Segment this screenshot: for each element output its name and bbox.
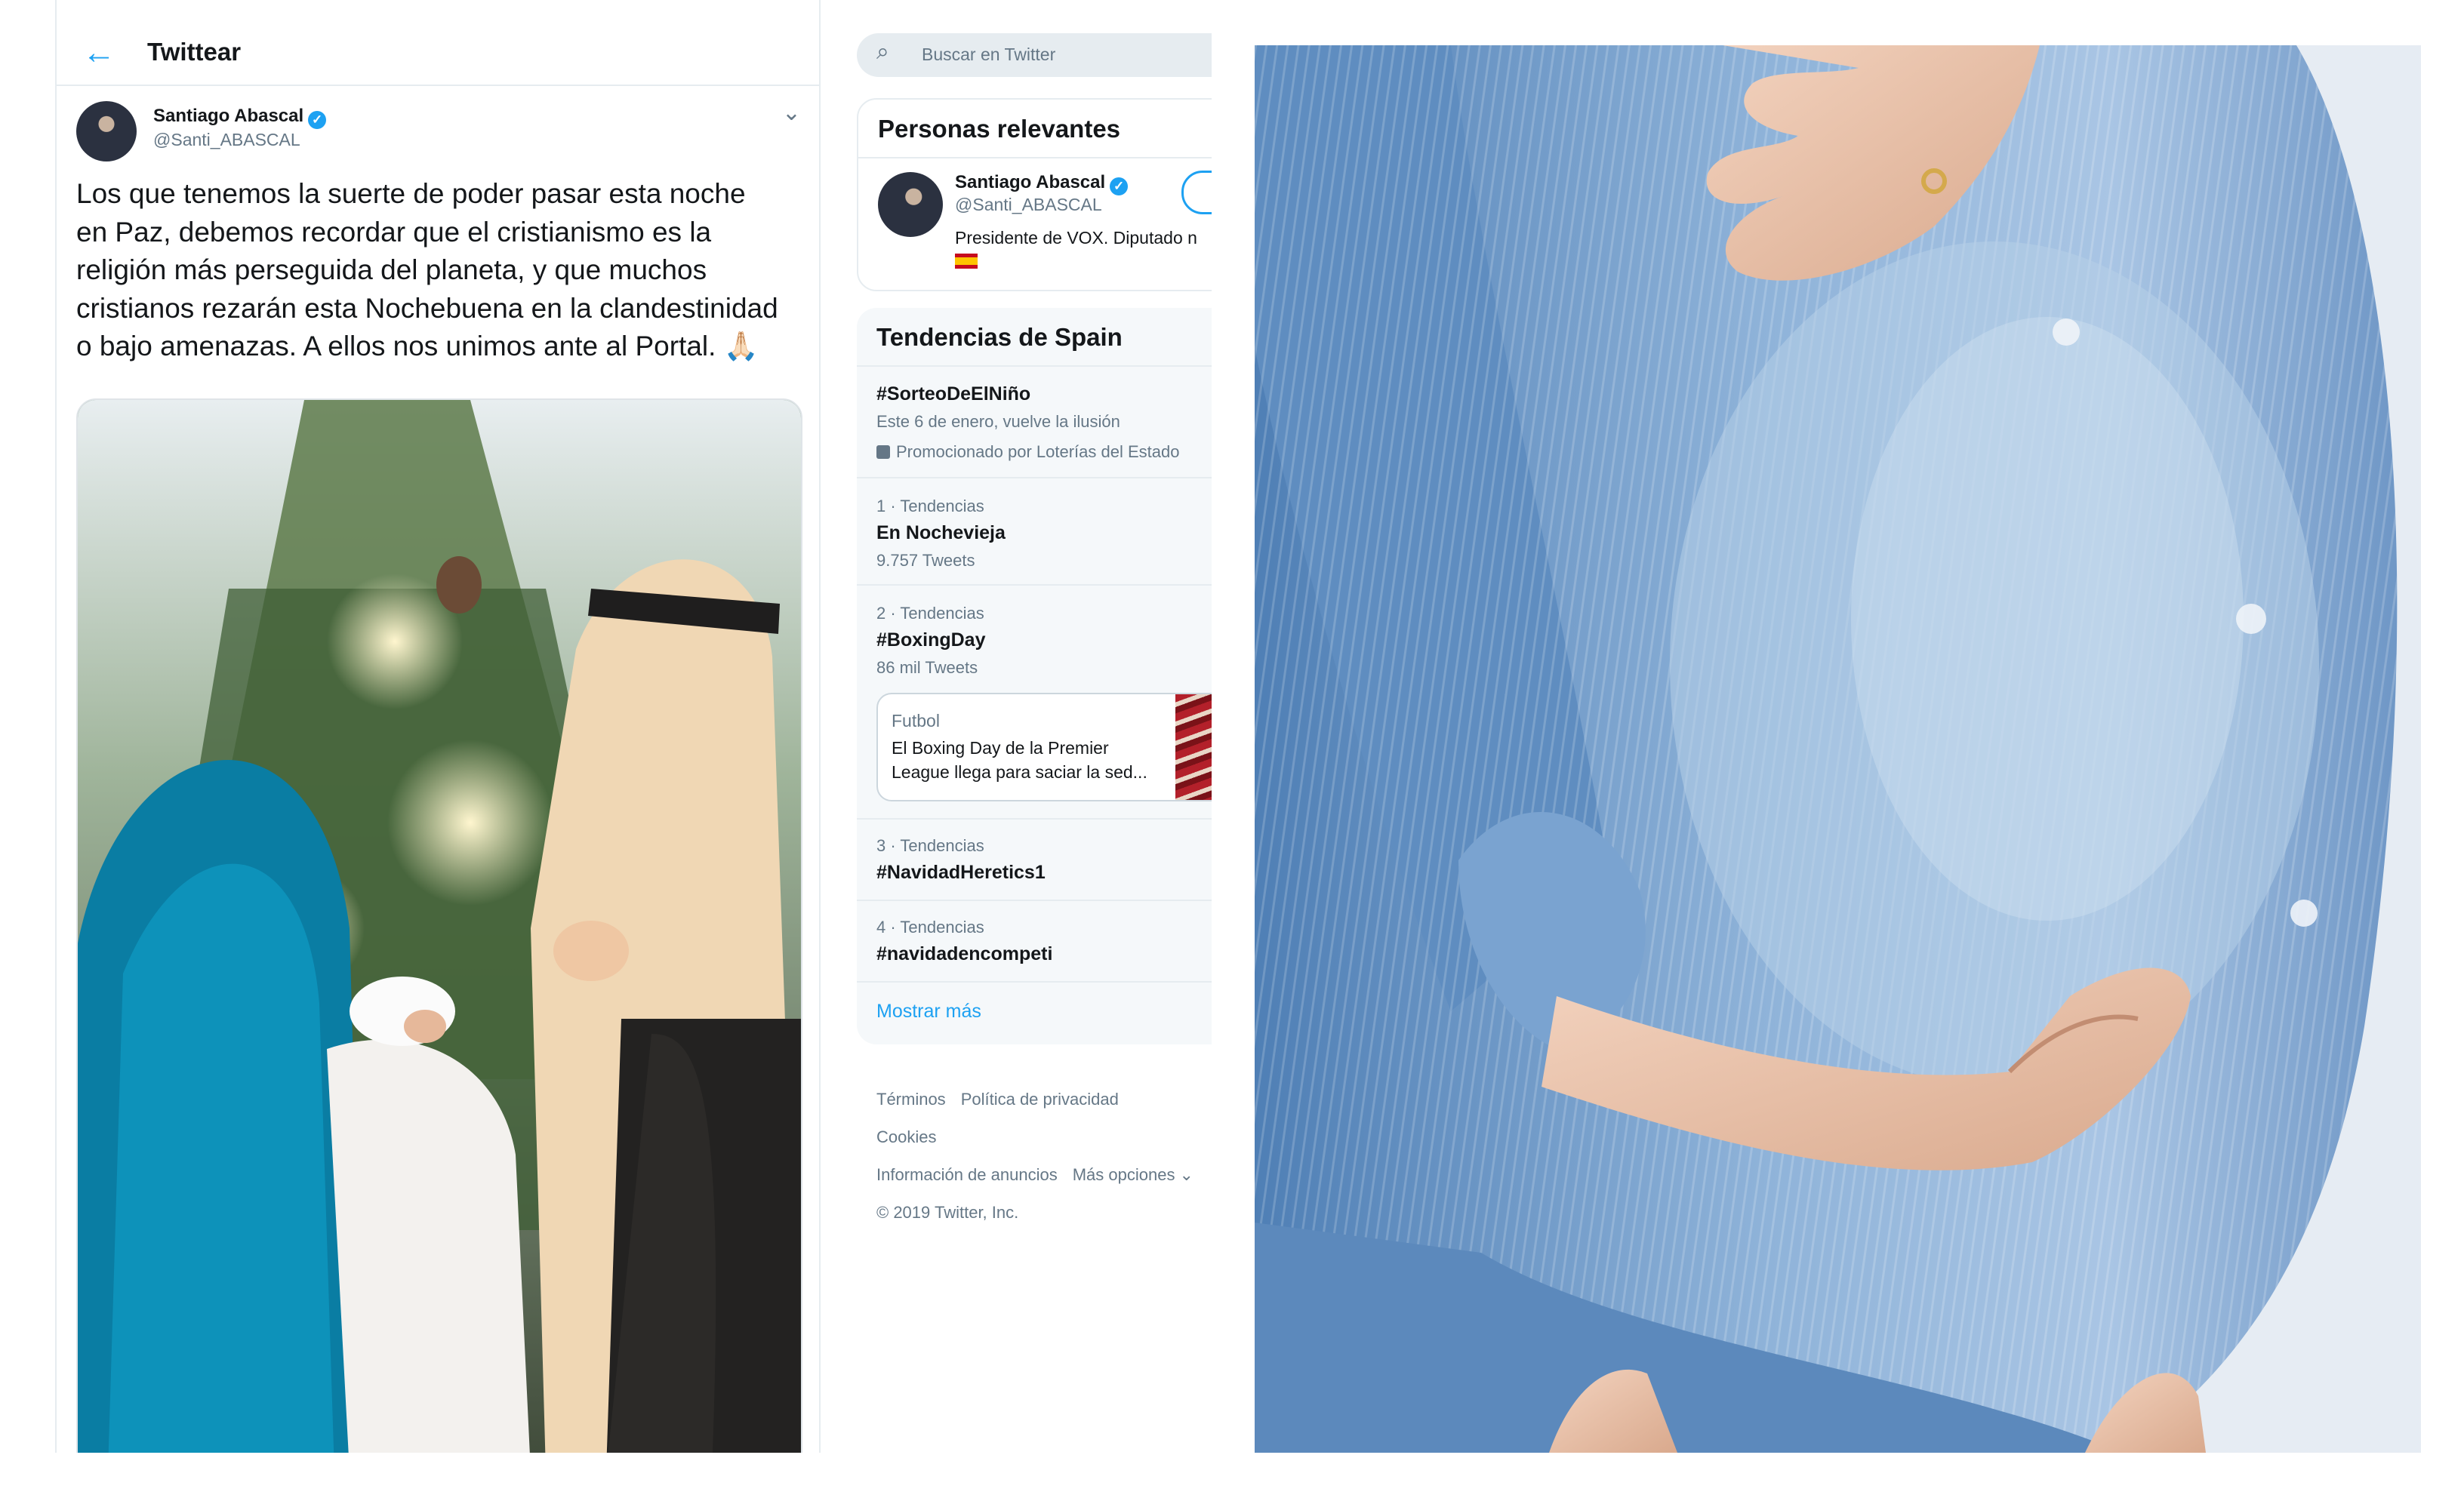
trend-count: 86 mil Tweets [876,658,978,677]
footer-link-more-options[interactable]: Más opciones ⌄ [1073,1156,1194,1194]
relevant-name-text[interactable]: Santiago Abascal [955,172,1105,192]
tweet-line: religión más perseguida del planeta, y q… [76,254,707,285]
news-thumbnail [1175,694,1212,800]
footer-link-privacy[interactable]: Política de privacidad [961,1081,1119,1118]
news-card[interactable]: Futbol El Boxing Day de la Premier Leagu… [876,693,1212,801]
trend-meta: 3 · Tendencias [876,836,984,855]
pregnancy-photo [1255,45,2421,1453]
back-arrow-icon[interactable]: ← [82,33,116,72]
footer-copyright: © 2019 Twitter, Inc. [876,1203,1019,1222]
pregnancy-illustration [1255,45,2421,1453]
spain-flag-icon [955,254,978,269]
promoted-trend-name[interactable]: #SorteoDeElNiño [876,383,1030,405]
verified-icon: ✓ [1110,177,1129,195]
relevant-people-panel: Personas relevantes Santiago Abascal ✓ @S… [857,98,1212,291]
news-headline: El Boxing Day de la Premier [892,738,1109,758]
relevant-handle[interactable]: @Santi_ABASCAL [955,195,1102,215]
trend-name[interactable]: #NavidadHeretics1 [876,862,1046,884]
author-name[interactable]: Santiago Abascal ✓ [153,106,327,129]
search-placeholder: Buscar en Twitter [922,45,1056,64]
relevant-name[interactable]: Santiago Abascal ✓ [955,172,1129,195]
show-more-link[interactable]: Mostrar más [876,1001,981,1023]
author-avatar[interactable] [76,101,137,161]
search-input[interactable]: ⌕ Buscar en Twitter [857,33,1212,77]
news-headline: League llega para saciar la sed... [892,762,1147,782]
nativity-illustration [78,400,801,1453]
relevant-people-title: Personas relevantes [878,115,1121,143]
trend-name[interactable]: #BoxingDay [876,629,985,651]
trends-panel: Tendencias de Spain #SorteoDeElNiño Este… [857,308,1212,1044]
promoted-by: Promocionado por Loterías del Estado [896,442,1180,461]
tweet-line: o bajo amenazas. A ellos nos unimos ante… [76,331,759,361]
tweet-line: cristianos rezarán esta Nochebuena en la… [76,292,778,324]
footer-link-terms[interactable]: Términos [876,1081,946,1118]
author-name-text[interactable]: Santiago Abascal [153,106,303,126]
tweet-column: ← Twittear Santiago Abascal ✓ @Santi_ABAS… [55,0,821,1453]
footer-link-cookies[interactable]: Cookies [876,1118,936,1156]
trend-name[interactable]: En Nochevieja [876,522,1006,544]
news-category: Futbol [892,711,940,731]
promoted-icon [876,445,890,459]
divider [857,365,1212,367]
relevant-bio: Presidente de VOX. Diputado n [955,228,1197,248]
footer-link-ads-info[interactable]: Información de anuncios [876,1156,1058,1194]
divider [857,584,1212,586]
trends-title: Tendencias de Spain [876,323,1123,351]
trend-name[interactable]: #navidadencompeti [876,943,1052,965]
page-title: Twittear [147,38,242,66]
tweet-header: ← Twittear [57,30,819,86]
tweet-line: Los que tenemos la suerte de poder pasar… [76,178,746,209]
verified-icon: ✓ [308,111,327,129]
follow-button[interactable] [1181,171,1212,214]
search-icon: ⌕ [876,39,889,64]
divider [857,477,1212,478]
divider [857,981,1212,983]
chevron-down-icon[interactable]: ⌄ [782,100,801,126]
right-sidebar: ⌕ Buscar en Twitter Personas relevantes … [857,0,1212,1453]
trend-meta: 2 · Tendencias [876,604,984,623]
divider [857,900,1212,901]
footer: Términos Política de privacidad Cookies In… [876,1081,1209,1232]
tweet-line: en Paz, debemos recordar que el cristian… [76,216,712,248]
relevant-avatar[interactable] [878,172,943,237]
author-handle[interactable]: @Santi_ABASCAL [153,130,300,150]
trend-meta: 1 · Tendencias [876,497,984,515]
trend-meta: 4 · Tendencias [876,918,984,937]
trend-count: 9.757 Tweets [876,551,975,570]
tweet-text: Los que tenemos la suerte de poder pasar… [76,175,805,366]
promoted-trend-description: Este 6 de enero, vuelve la ilusión [876,412,1120,431]
tweet-photo-nativity[interactable] [76,398,802,1453]
divider [858,157,1212,158]
divider [857,818,1212,820]
